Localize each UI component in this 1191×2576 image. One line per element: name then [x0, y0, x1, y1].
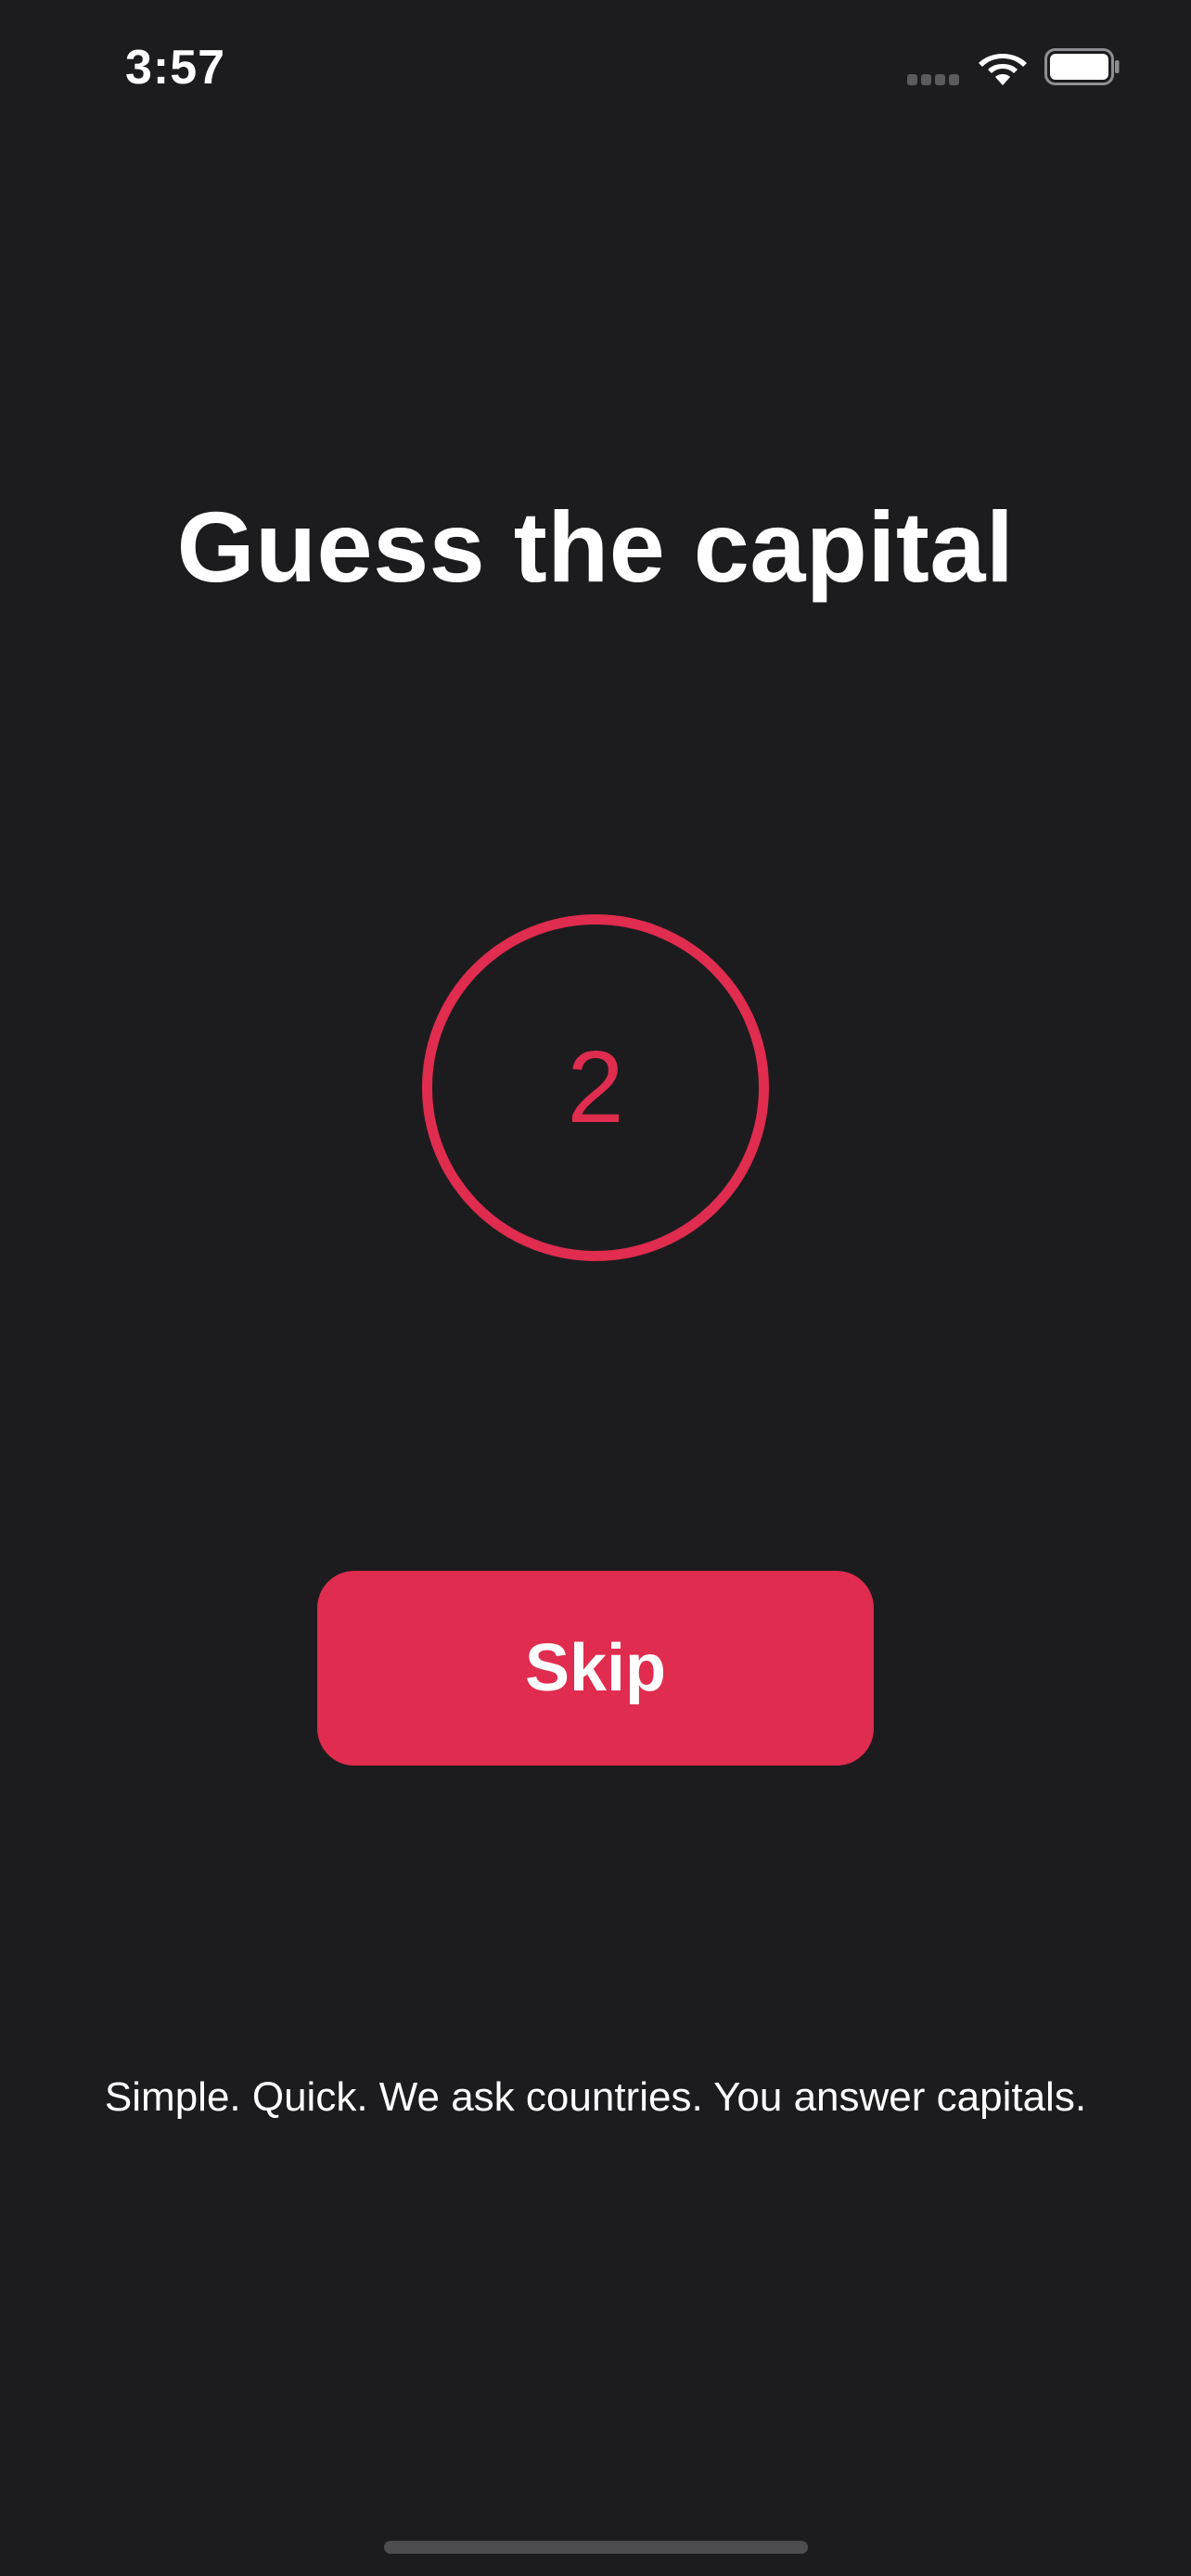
countdown-timer: 2	[422, 914, 769, 1261]
status-time: 3:57	[125, 41, 226, 95]
page-title: Guess the capital	[176, 491, 1015, 603]
countdown-number: 2	[567, 1030, 624, 1144]
signal-icon	[907, 74, 961, 85]
home-indicator[interactable]	[384, 2541, 808, 2554]
battery-icon	[1044, 48, 1120, 85]
skip-button[interactable]: Skip	[317, 1571, 874, 1766]
wifi-icon	[979, 54, 1027, 85]
tagline: Simple. Quick. We ask countries. You ans…	[104, 2074, 1087, 2120]
skip-button-label: Skip	[524, 1631, 667, 1705]
status-bar: 3:57	[0, 0, 1191, 139]
